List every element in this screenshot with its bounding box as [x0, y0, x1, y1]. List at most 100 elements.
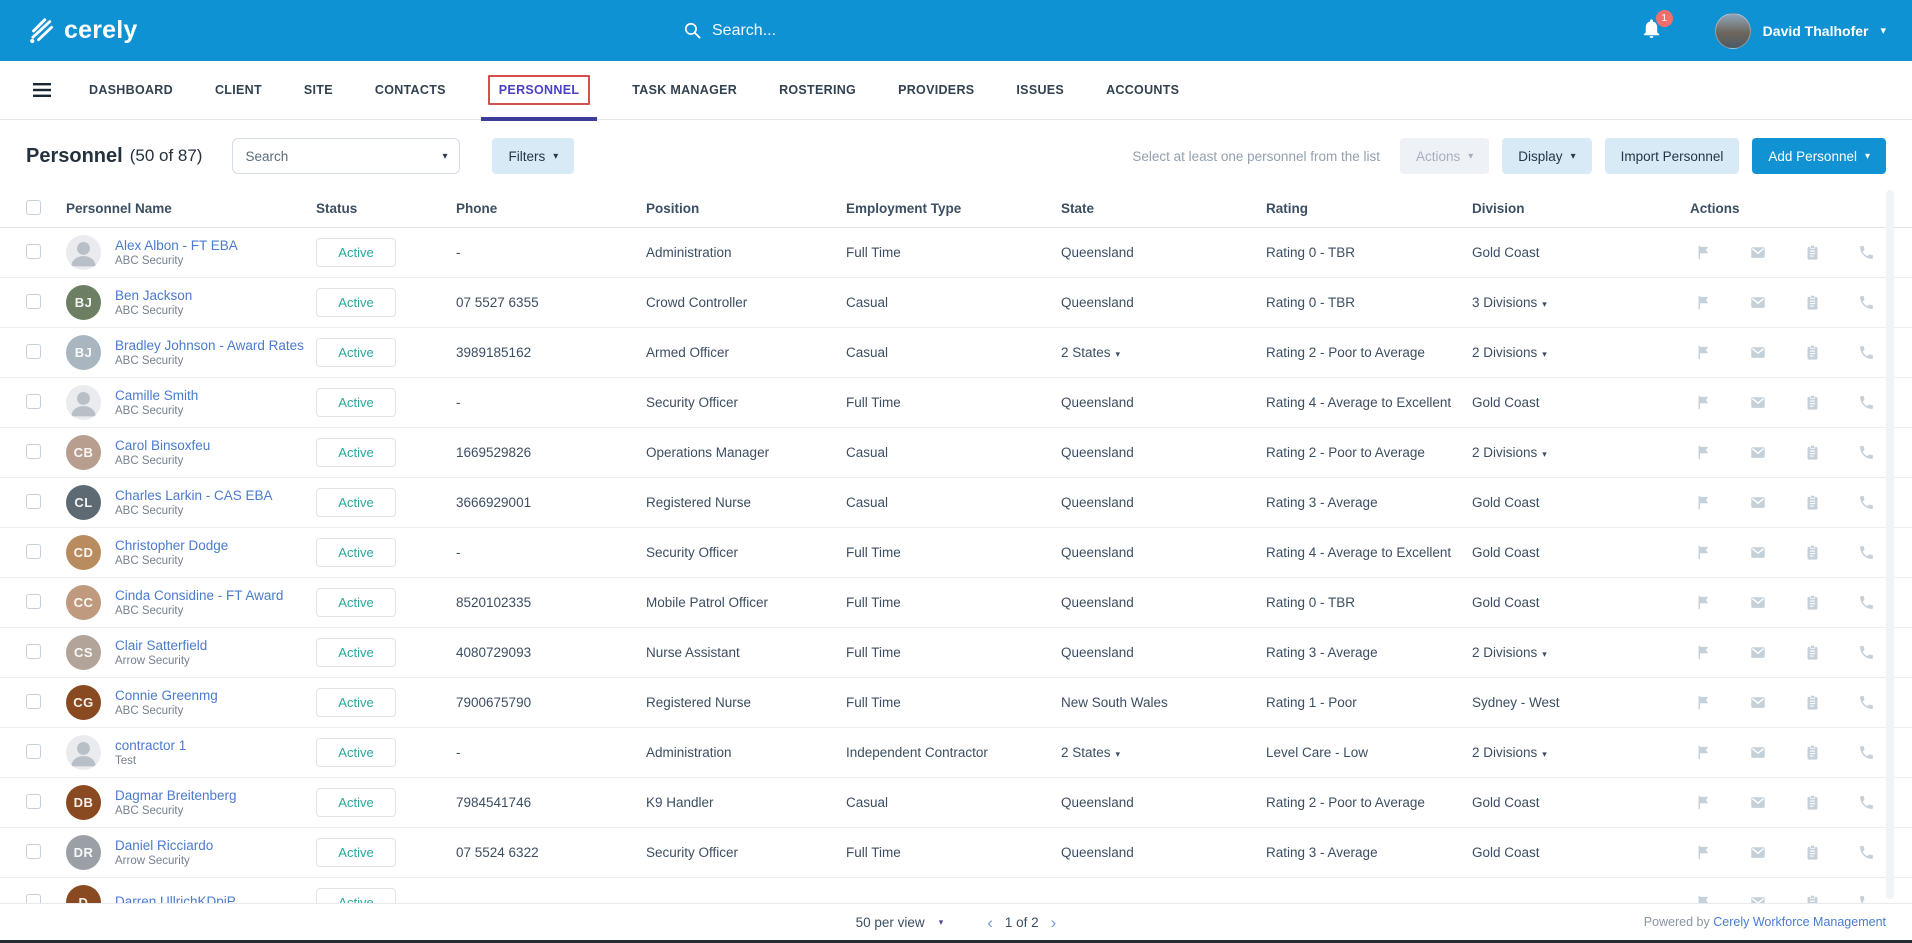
- envelope-icon[interactable]: [1749, 744, 1767, 761]
- global-search-input[interactable]: [712, 21, 1052, 40]
- envelope-icon[interactable]: [1749, 494, 1767, 511]
- row-checkbox[interactable]: [26, 343, 41, 359]
- flag-icon[interactable]: [1695, 244, 1712, 261]
- envelope-icon[interactable]: [1749, 394, 1767, 411]
- division-cell[interactable]: 2 Divisions ▾: [1472, 645, 1690, 660]
- row-checkbox[interactable]: [26, 393, 41, 409]
- clipboard-icon[interactable]: [1804, 594, 1821, 611]
- row-checkbox[interactable]: [26, 293, 41, 309]
- flag-icon[interactable]: [1695, 644, 1712, 661]
- clipboard-icon[interactable]: [1804, 794, 1821, 811]
- actions-button[interactable]: Actions ▾: [1399, 138, 1490, 174]
- row-checkbox[interactable]: [26, 693, 41, 709]
- personnel-name-link[interactable]: Clair Satterfield: [115, 638, 207, 653]
- personnel-name-link[interactable]: Dagmar Breitenberg: [115, 788, 237, 803]
- hamburger-menu-button[interactable]: [16, 78, 68, 102]
- phone-icon[interactable]: [1858, 494, 1875, 511]
- flag-icon[interactable]: [1695, 394, 1712, 411]
- flag-icon[interactable]: [1695, 294, 1712, 311]
- phone-icon[interactable]: [1858, 794, 1875, 811]
- flag-icon[interactable]: [1695, 444, 1712, 461]
- select-all-checkbox[interactable]: [26, 199, 41, 215]
- envelope-icon[interactable]: [1749, 244, 1767, 261]
- nav-tab-providers[interactable]: PROVIDERS: [877, 61, 995, 120]
- phone-icon[interactable]: [1858, 544, 1875, 561]
- personnel-name-link[interactable]: Daniel Ricciardo: [115, 838, 213, 853]
- per-view-dropdown[interactable]: 50 per view ▾: [856, 915, 944, 930]
- row-checkbox[interactable]: [26, 493, 41, 509]
- nav-tab-contacts[interactable]: CONTACTS: [354, 61, 467, 120]
- nav-tab-issues[interactable]: ISSUES: [995, 61, 1085, 120]
- flag-icon[interactable]: [1695, 844, 1712, 861]
- clipboard-icon[interactable]: [1804, 294, 1821, 311]
- global-search[interactable]: [683, 0, 1103, 61]
- phone-icon[interactable]: [1858, 344, 1875, 361]
- personnel-search-select[interactable]: Search ▾: [232, 138, 461, 174]
- state-cell[interactable]: 2 States ▾: [1061, 745, 1266, 760]
- previous-page-button[interactable]: ‹: [987, 914, 993, 931]
- phone-icon[interactable]: [1858, 844, 1875, 861]
- row-checkbox[interactable]: [26, 843, 41, 859]
- row-checkbox[interactable]: [26, 793, 41, 809]
- notifications-button[interactable]: 1: [1640, 9, 1673, 45]
- division-cell[interactable]: 2 Divisions ▾: [1472, 745, 1690, 760]
- phone-icon[interactable]: [1858, 294, 1875, 311]
- import-personnel-button[interactable]: Import Personnel: [1604, 138, 1740, 174]
- phone-icon[interactable]: [1858, 744, 1875, 761]
- clipboard-icon[interactable]: [1804, 694, 1821, 711]
- row-checkbox[interactable]: [26, 743, 41, 759]
- personnel-name-link[interactable]: Bradley Johnson - Award Rates: [115, 338, 304, 353]
- personnel-name-link[interactable]: Charles Larkin - CAS EBA: [115, 488, 273, 503]
- phone-icon[interactable]: [1858, 244, 1875, 261]
- clipboard-icon[interactable]: [1804, 494, 1821, 511]
- envelope-icon[interactable]: [1749, 594, 1767, 611]
- clipboard-icon[interactable]: [1804, 394, 1821, 411]
- row-checkbox[interactable]: [26, 593, 41, 609]
- phone-icon[interactable]: [1858, 594, 1875, 611]
- envelope-icon[interactable]: [1749, 794, 1767, 811]
- personnel-name-link[interactable]: Christopher Dodge: [115, 538, 228, 553]
- envelope-icon[interactable]: [1749, 294, 1767, 311]
- state-cell[interactable]: 2 States ▾: [1061, 345, 1266, 360]
- filters-button[interactable]: Filters ▾: [492, 138, 575, 174]
- phone-icon[interactable]: [1858, 644, 1875, 661]
- envelope-icon[interactable]: [1749, 694, 1767, 711]
- envelope-icon[interactable]: [1749, 844, 1767, 861]
- nav-tab-site[interactable]: SITE: [283, 61, 354, 120]
- table-scrollbar[interactable]: [1886, 190, 1894, 899]
- add-personnel-button[interactable]: Add Personnel ▾: [1752, 138, 1886, 174]
- personnel-name-link[interactable]: Camille Smith: [115, 388, 198, 403]
- clipboard-icon[interactable]: [1804, 644, 1821, 661]
- row-checkbox[interactable]: [26, 243, 41, 259]
- nav-tab-accounts[interactable]: ACCOUNTS: [1085, 61, 1200, 120]
- clipboard-icon[interactable]: [1804, 344, 1821, 361]
- flag-icon[interactable]: [1695, 344, 1712, 361]
- powered-by-link[interactable]: Cerely Workforce Management: [1713, 915, 1886, 929]
- nav-tab-personnel[interactable]: PERSONNEL: [467, 61, 612, 121]
- flag-icon[interactable]: [1695, 594, 1712, 611]
- nav-tab-rostering[interactable]: ROSTERING: [758, 61, 877, 120]
- display-button[interactable]: Display ▾: [1502, 138, 1592, 174]
- personnel-name-link[interactable]: Cinda Considine - FT Award: [115, 588, 283, 603]
- division-cell[interactable]: 2 Divisions ▾: [1472, 345, 1690, 360]
- phone-icon[interactable]: [1858, 394, 1875, 411]
- row-checkbox[interactable]: [26, 543, 41, 559]
- envelope-icon[interactable]: [1749, 544, 1767, 561]
- personnel-name-link[interactable]: contractor 1: [115, 738, 186, 753]
- flag-icon[interactable]: [1695, 544, 1712, 561]
- personnel-name-link[interactable]: Connie Greenmg: [115, 688, 218, 703]
- division-cell[interactable]: 2 Divisions ▾: [1472, 445, 1690, 460]
- envelope-icon[interactable]: [1749, 344, 1767, 361]
- row-checkbox[interactable]: [26, 443, 41, 459]
- cerely-logo[interactable]: cerely: [26, 16, 138, 46]
- flag-icon[interactable]: [1695, 744, 1712, 761]
- phone-icon[interactable]: [1858, 694, 1875, 711]
- clipboard-icon[interactable]: [1804, 844, 1821, 861]
- envelope-icon[interactable]: [1749, 444, 1767, 461]
- clipboard-icon[interactable]: [1804, 544, 1821, 561]
- division-cell[interactable]: 3 Divisions ▾: [1472, 295, 1690, 310]
- flag-icon[interactable]: [1695, 694, 1712, 711]
- nav-tab-dashboard[interactable]: DASHBOARD: [68, 61, 194, 120]
- next-page-button[interactable]: ›: [1051, 914, 1057, 931]
- flag-icon[interactable]: [1695, 494, 1712, 511]
